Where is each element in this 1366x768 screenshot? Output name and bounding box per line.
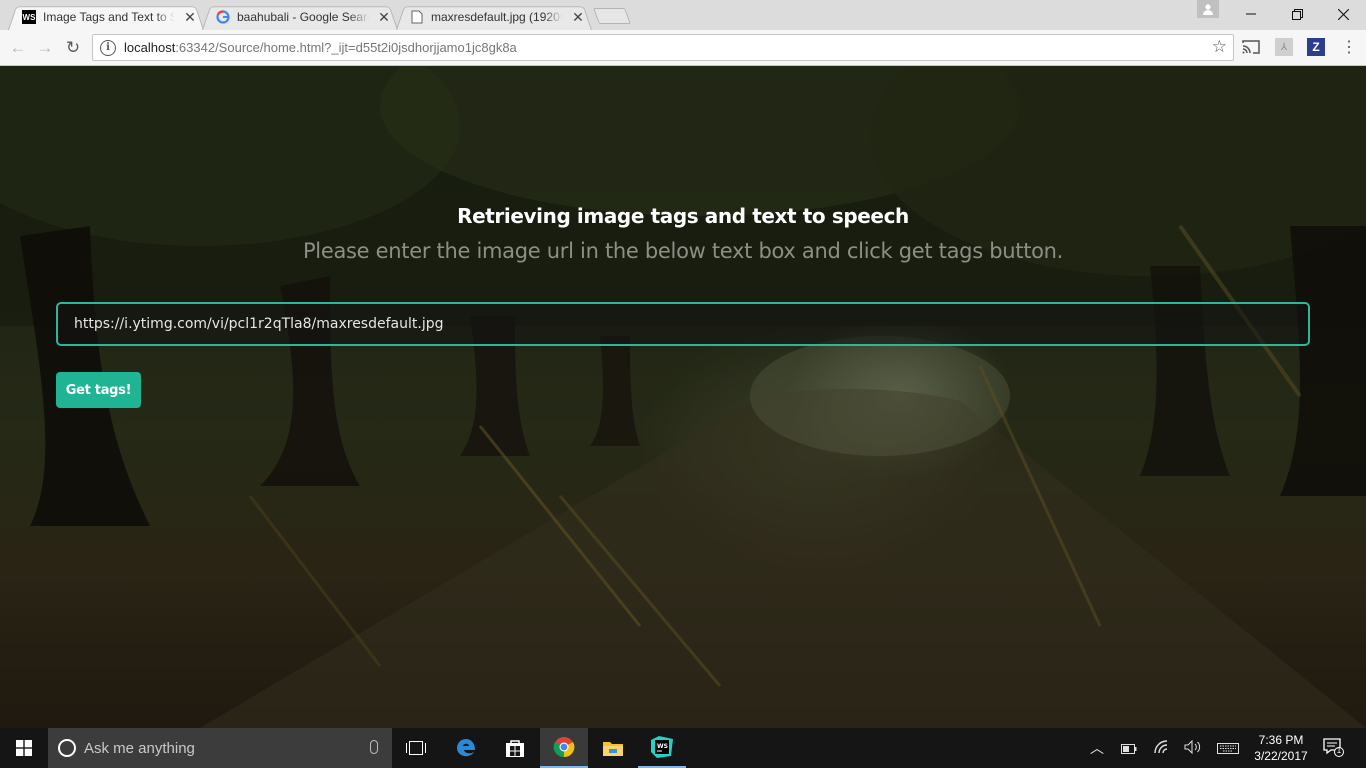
minimize-button[interactable] — [1228, 0, 1274, 28]
restore-button[interactable] — [1274, 0, 1320, 28]
z-extension-icon[interactable]: Z — [1307, 38, 1325, 56]
close-tab-icon[interactable]: ✕ — [183, 9, 197, 26]
search-placeholder: Ask me anything — [84, 739, 195, 757]
chevron-up-icon[interactable]: ︿ — [1090, 738, 1104, 758]
page-subtitle: Please enter the image url in the below … — [302, 239, 1064, 263]
close-window-button[interactable] — [1320, 0, 1366, 28]
url-host: localhost — [124, 40, 176, 55]
svg-text:WS: WS — [657, 743, 668, 750]
task-view-icon[interactable] — [392, 728, 440, 768]
taskbar: Ask me anything WS ︿ 7:36 PM 3/22/2017 1 — [0, 728, 1366, 768]
more-menu-icon[interactable]: ⋮ — [1340, 38, 1358, 56]
profile-icon[interactable] — [1197, 0, 1219, 18]
back-arrow-icon[interactable]: ← — [7, 37, 29, 59]
wifi-icon[interactable] — [1154, 740, 1170, 757]
info-icon[interactable]: i — [100, 39, 116, 56]
keyboard-icon[interactable] — [1217, 741, 1239, 757]
close-tab-icon[interactable]: ✕ — [571, 9, 585, 26]
clock-time: 7:36 PM — [1258, 733, 1304, 747]
action-center-icon[interactable]: 1 — [1322, 736, 1344, 758]
get-tags-button[interactable]: Get tags! — [56, 372, 141, 408]
system-clock[interactable]: 7:36 PM 3/22/2017 — [1248, 732, 1314, 764]
address-bar[interactable]: i localhost:63342/Source/home.html?_ijt=… — [92, 34, 1234, 61]
tab-strip: WS Image Tags and Text to Speech ✕ baahu… — [0, 0, 1366, 30]
cortana-search-box[interactable]: Ask me anything — [48, 728, 392, 768]
tab-maxresdefault[interactable]: maxresdefault.jpg (1920×1080) ✕ — [396, 4, 592, 30]
clock-date: 3/22/2017 — [1254, 749, 1308, 763]
page-favicon-icon — [410, 10, 424, 24]
window-controls — [1228, 0, 1366, 28]
close-tab-icon[interactable]: ✕ — [377, 9, 391, 26]
pdf-extension-icon[interactable]: ⅄ — [1275, 38, 1293, 56]
tab-google-search[interactable]: baahubali - Google Search ✕ — [202, 4, 398, 30]
browser-toolbar: ← → ↻ i localhost:63342/Source/home.html… — [0, 30, 1366, 66]
page-viewport: Retrieving image tags and text to speech… — [0, 66, 1366, 728]
image-url-input[interactable] — [56, 302, 1310, 346]
file-explorer-icon[interactable] — [589, 728, 637, 768]
url-path: :63342/Source/home.html?_ijt=d55t2i0jsdh… — [175, 40, 517, 55]
notification-count: 1 — [1336, 746, 1342, 755]
page-title: Retrieving image tags and text to speech — [457, 204, 909, 228]
forward-arrow-icon[interactable]: → — [34, 37, 56, 59]
chrome-icon[interactable] — [540, 728, 588, 768]
webstorm-favicon-icon: WS — [22, 10, 36, 24]
microphone-icon[interactable] — [370, 740, 378, 754]
new-tab-button[interactable] — [593, 8, 631, 24]
google-favicon-icon — [216, 10, 230, 24]
bookmark-star-icon[interactable]: ☆ — [1212, 37, 1227, 57]
cast-icon[interactable] — [1242, 38, 1260, 56]
tab-title: Image Tags and Text to Speech — [43, 10, 175, 24]
main-content: Retrieving image tags and text to speech… — [0, 66, 1366, 728]
windows-start-icon[interactable] — [0, 728, 48, 768]
cortana-icon — [58, 739, 76, 757]
webstorm-icon[interactable]: WS — [638, 728, 686, 768]
tab-title: maxresdefault.jpg (1920×1080) — [431, 10, 563, 24]
store-icon[interactable] — [491, 728, 539, 768]
tab-image-tags[interactable]: WS Image Tags and Text to Speech ✕ — [8, 4, 204, 30]
reload-icon[interactable]: ↻ — [62, 37, 84, 59]
battery-icon[interactable] — [1121, 741, 1137, 757]
volume-icon[interactable] — [1184, 739, 1202, 757]
tab-title: baahubali - Google Search — [237, 10, 369, 24]
edge-icon[interactable] — [442, 728, 490, 768]
